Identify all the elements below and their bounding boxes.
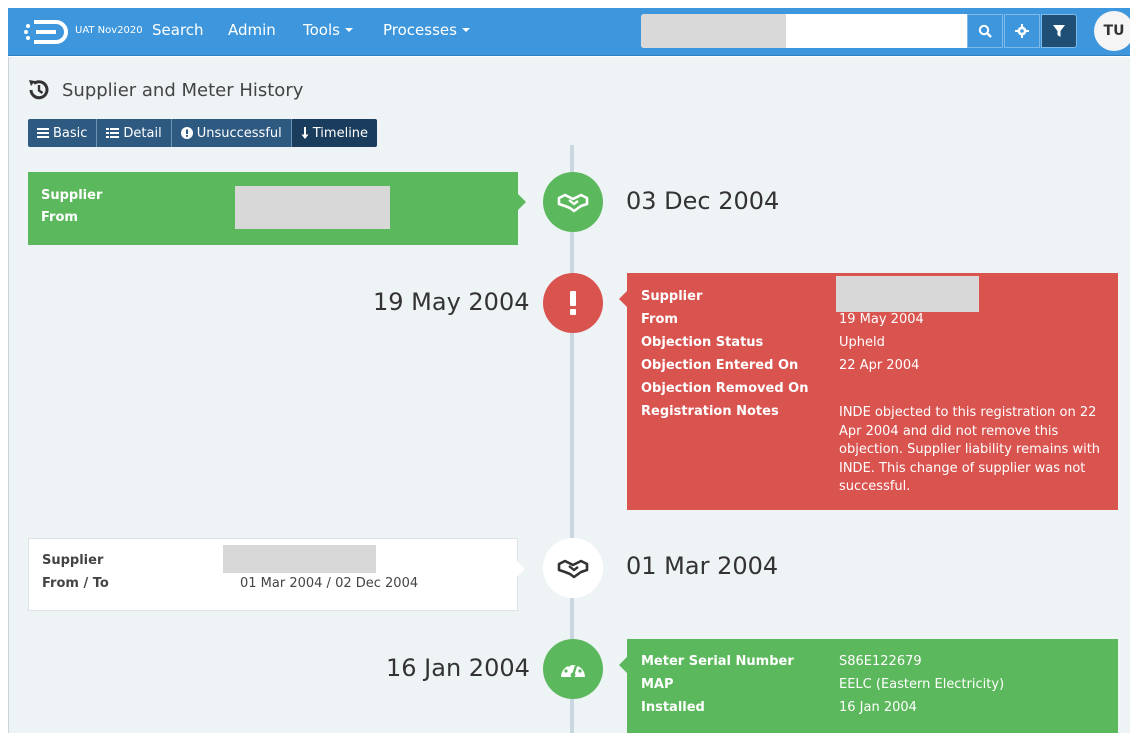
nav-tools-label: Tools: [303, 21, 340, 39]
view-basic-label: Basic: [53, 125, 88, 141]
nav-processes-menu[interactable]: Processes: [383, 21, 470, 39]
nav-processes-label: Processes: [383, 21, 457, 39]
view-timeline-button[interactable]: Timeline: [291, 119, 378, 147]
chevron-down-icon: [344, 28, 353, 32]
card-label-installed: Installed: [641, 700, 705, 715]
view-unsuccessful-label: Unsuccessful: [196, 125, 282, 141]
history-icon: [29, 80, 49, 100]
filter-button[interactable]: [1041, 14, 1077, 48]
card-label-supplier: Supplier: [641, 289, 703, 304]
card-label-objection-status: Objection Status: [641, 335, 764, 350]
timeline-node-meter: [543, 639, 603, 699]
timeline-date: 16 Jan 2004: [386, 654, 530, 682]
card-value-registration-notes: INDE objected to this registration on 22…: [839, 405, 1101, 494]
page-title: Supplier and Meter History: [62, 79, 304, 101]
redacted-search-value: [641, 14, 786, 48]
list-icon: [37, 128, 49, 138]
timeline-node-objection: [543, 273, 603, 333]
nav-tools-menu[interactable]: Tools: [303, 21, 353, 39]
redacted-supplier-value: [235, 186, 390, 229]
timeline-card-meter-jan-2004: Meter Serial Number S86E122679 MAP EELC …: [619, 639, 1118, 733]
card-label-meter-serial: Meter Serial Number: [641, 654, 794, 669]
timeline-card-objection-may-2004: Supplier From 19 May 2004 Objection Stat…: [619, 273, 1118, 510]
card-value-from-to: 01 Mar 2004 / 02 Dec 2004: [240, 576, 419, 591]
timeline-date: 03 Dec 2004: [626, 187, 780, 215]
view-basic-button[interactable]: Basic: [28, 119, 98, 147]
card-label-map: MAP: [641, 677, 674, 692]
top-navbar: UAT Nov2020 Search Admin Tools Processes…: [8, 8, 1130, 56]
timeline-card-supplier-mar-2004: Supplier From / To 01 Mar 2004 / 02 Dec …: [28, 538, 525, 611]
search-icon: [978, 24, 992, 38]
main-content: Supplier and Meter History Basic Detail …: [8, 57, 1130, 733]
global-search-input[interactable]: [641, 14, 967, 48]
app-logo-icon[interactable]: [22, 16, 70, 48]
timeline-card-supplier-dec-2004: Supplier From: [28, 172, 526, 245]
settings-button[interactable]: [1004, 14, 1040, 48]
environment-label: UAT Nov2020: [75, 25, 143, 36]
card-label-objection-removed: Objection Removed On: [641, 381, 809, 396]
view-timeline-label: Timeline: [312, 125, 369, 141]
card-label-from: From: [641, 312, 678, 327]
filter-icon: [1053, 25, 1065, 37]
nav-search-link[interactable]: Search: [152, 21, 204, 39]
meter-gauge-icon: [561, 663, 585, 678]
card-label-supplier: Supplier: [42, 553, 104, 568]
exclamation-icon: [570, 291, 576, 315]
view-detail-label: Detail: [123, 125, 162, 141]
card-value-map: EELC (Eastern Electricity): [839, 677, 1005, 692]
arrow-down-icon: [301, 127, 309, 139]
timeline-node-supplier-change: [543, 538, 603, 598]
nav-admin-link[interactable]: Admin: [228, 21, 276, 39]
card-label-registration-notes: Registration Notes: [641, 404, 779, 419]
card-value-objection-entered: 22 Apr 2004: [839, 358, 920, 373]
exclamation-circle-icon: [180, 127, 193, 139]
card-value-installed: 16 Jan 2004: [839, 700, 917, 715]
search-button[interactable]: [967, 14, 1003, 48]
redacted-supplier-value: [836, 276, 979, 312]
card-label-from: From: [41, 210, 78, 225]
card-label-supplier: Supplier: [41, 188, 103, 203]
handshake-icon: [557, 193, 589, 213]
view-unsuccessful-button[interactable]: Unsuccessful: [171, 119, 292, 147]
timeline-date: 01 Mar 2004: [626, 552, 779, 580]
gear-icon: [1015, 24, 1029, 38]
card-value-objection-status: Upheld: [839, 335, 885, 350]
redacted-supplier-value: [223, 545, 376, 573]
view-detail-button[interactable]: Detail: [97, 119, 172, 147]
chevron-down-icon: [461, 28, 470, 32]
user-avatar[interactable]: TU: [1094, 11, 1130, 51]
page-header: Supplier and Meter History: [26, 77, 303, 103]
timeline-date: 19 May 2004: [373, 288, 530, 316]
timeline-node-supplier-change: [543, 172, 603, 232]
handshake-icon: [557, 559, 589, 579]
table-icon: [106, 128, 120, 138]
card-value-from: 19 May 2004: [839, 312, 924, 327]
view-toggle-group: Basic Detail Unsuccessful Timeline: [28, 119, 378, 147]
card-label-from-to: From / To: [42, 576, 109, 591]
card-value-meter-serial: S86E122679: [839, 654, 922, 669]
card-label-objection-entered: Objection Entered On: [641, 358, 799, 373]
